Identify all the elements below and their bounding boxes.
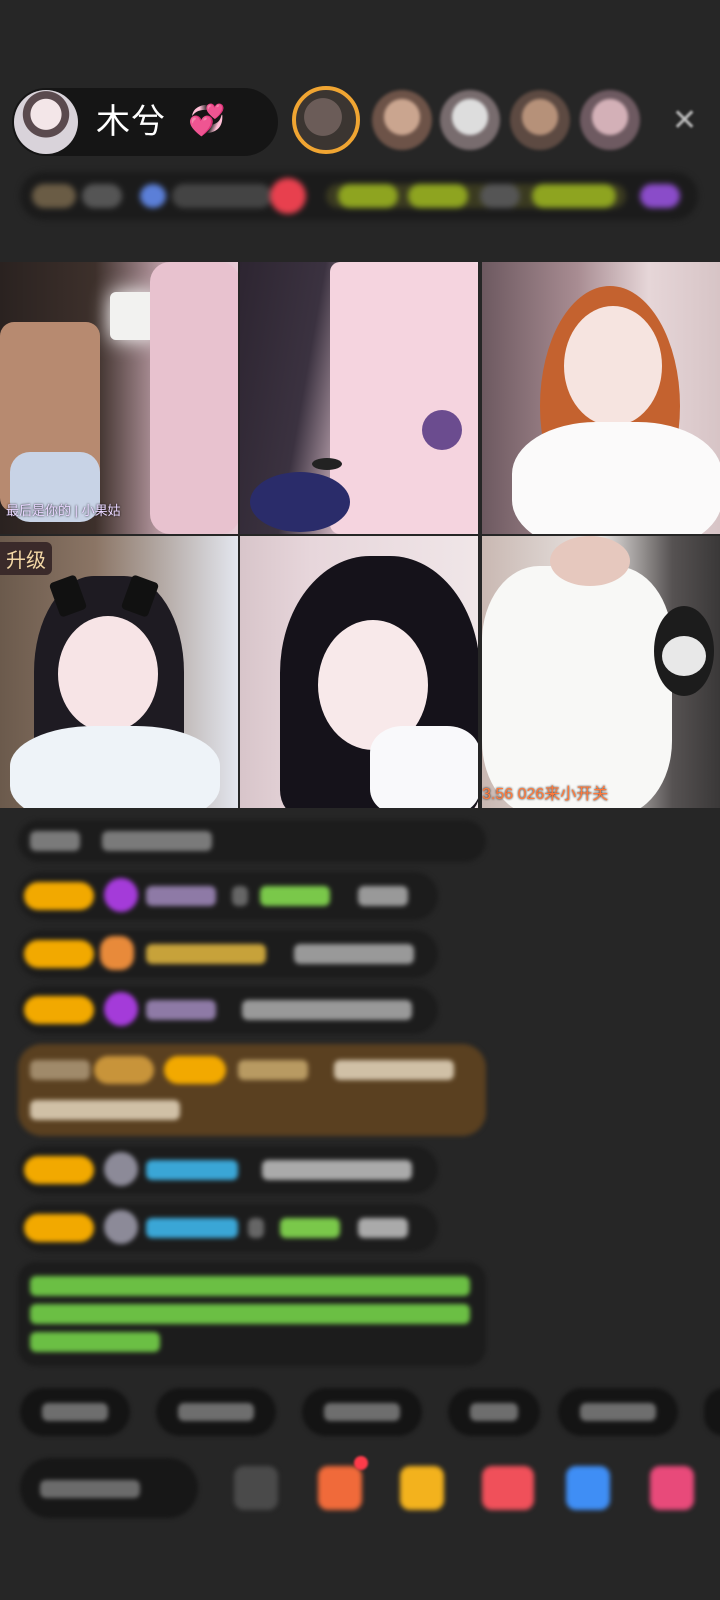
viewer-avatar[interactable]: [440, 90, 500, 150]
quick-reply-chip[interactable]: [448, 1388, 540, 1436]
emoji-icon[interactable]: [234, 1466, 278, 1510]
quick-reply-chip[interactable]: [20, 1388, 130, 1436]
chat-message: [18, 820, 486, 862]
tile-caption: 3.56 026来小开关: [482, 786, 609, 803]
viewer-avatar[interactable]: [510, 90, 570, 150]
host-info-pill[interactable]: 木兮 💞: [12, 88, 278, 156]
chat-message: [18, 986, 438, 1034]
chat-message: [18, 1204, 438, 1252]
quick-reply-chip[interactable]: [156, 1388, 276, 1436]
notification-dot-icon: [354, 1456, 368, 1470]
video-tile-4[interactable]: 升级: [0, 536, 238, 808]
video-tile-6[interactable]: 3.56 026来小开关: [482, 536, 720, 808]
game-icon[interactable]: [482, 1466, 534, 1510]
gift-box-icon[interactable]: [318, 1466, 362, 1510]
room-info-bar[interactable]: [20, 172, 698, 220]
video-tile-3[interactable]: [482, 262, 720, 534]
video-tile-2[interactable]: [240, 262, 478, 534]
quick-reply-chip[interactable]: [558, 1388, 678, 1436]
system-notice: [18, 1262, 486, 1366]
host-name: 木兮: [96, 102, 166, 142]
chat-message-highlight: [18, 1044, 486, 1136]
chat-message: [18, 1146, 438, 1194]
share-icon[interactable]: [566, 1466, 610, 1510]
heart-emoji-icon: 💞: [188, 104, 226, 137]
chat-message: [18, 872, 438, 920]
host-avatar[interactable]: [14, 90, 78, 154]
quick-reply-chip[interactable]: [704, 1388, 720, 1436]
viewer-avatar[interactable]: [580, 90, 640, 150]
tile-caption: 最后是你的 | 小果姑: [6, 503, 121, 518]
chat-message: [18, 930, 438, 978]
tile-upgrade-badge: 升级: [0, 542, 52, 575]
lucky-bag-icon[interactable]: [400, 1466, 444, 1510]
top-viewer-avatar[interactable]: [292, 86, 360, 154]
video-tile-1[interactable]: 最后是你的 | 小果姑: [0, 262, 238, 534]
more-icon[interactable]: [650, 1466, 694, 1510]
close-icon[interactable]: ✕: [672, 106, 697, 136]
quick-reply-chip[interactable]: [302, 1388, 422, 1436]
video-tile-5[interactable]: [240, 536, 478, 808]
chat-input[interactable]: [20, 1458, 198, 1518]
viewer-avatar[interactable]: [372, 90, 432, 150]
